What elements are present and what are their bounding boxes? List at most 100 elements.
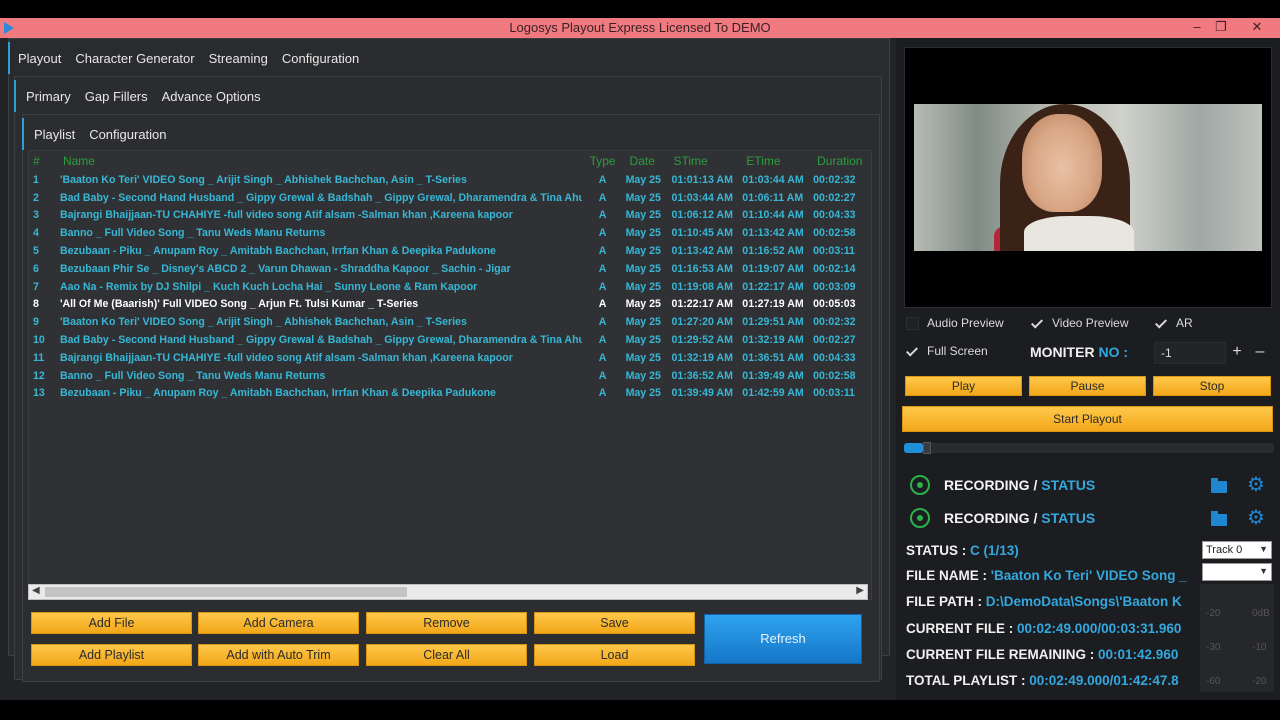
playlist-row[interactable]: 8 'All Of Me (Baarish)' Full VIDEO Song _… xyxy=(29,295,871,314)
row-start-time: 01:29:52 AM xyxy=(671,334,733,347)
tab-character-generator[interactable]: Character Generator xyxy=(75,51,194,66)
col-header-duration[interactable]: Duration xyxy=(811,154,871,168)
checkbox-checked-icon[interactable] xyxy=(906,345,919,358)
tab-primary[interactable]: Primary xyxy=(26,89,71,104)
add-auto-trim-button[interactable]: Add with Auto Trim xyxy=(198,644,359,666)
row-end-time: 01:27:19 AM xyxy=(742,298,804,311)
full-screen-checkbox[interactable]: Full Screen xyxy=(906,344,988,358)
playlist-row[interactable]: 5 Bezubaan - Piku _ Anupam Roy _ Amitabh … xyxy=(29,242,871,260)
video-preview-checkbox[interactable]: Video Preview xyxy=(1031,316,1129,330)
track-select-value: Track 0 xyxy=(1206,544,1243,556)
refresh-button[interactable]: Refresh xyxy=(704,614,862,664)
col-header-num[interactable]: # xyxy=(29,154,59,168)
tab-gap-fillers[interactable]: Gap Fillers xyxy=(85,89,148,104)
progress-handle[interactable] xyxy=(923,442,931,454)
gear-icon[interactable]: ⚙ xyxy=(1246,475,1266,495)
record-indicator-icon[interactable] xyxy=(910,475,930,495)
tab-playout[interactable]: Playout xyxy=(18,51,61,66)
tab-playlist-configuration[interactable]: Configuration xyxy=(89,127,166,142)
scroll-left-icon[interactable]: ◀ xyxy=(32,585,40,596)
total-value: 00:02:49.000/01:42:47.8 xyxy=(1029,673,1179,688)
playlist-row[interactable]: 2 Bad Baby - Second Hand Husband _ Gippy … xyxy=(29,189,871,207)
audio-preview-checkbox[interactable]: Audio Preview xyxy=(906,316,1004,330)
horizontal-scrollbar[interactable]: ◀ ▶ xyxy=(28,584,868,600)
scroll-right-icon[interactable]: ▶ xyxy=(856,585,864,596)
decrement-button[interactable]: – xyxy=(1250,342,1270,364)
playlist-row[interactable]: 6 Bezubaan Phir Se _ Disney's ABCD 2 _ Va… xyxy=(29,260,871,278)
add-playlist-button[interactable]: Add Playlist xyxy=(31,644,192,666)
col-header-etime[interactable]: ETime xyxy=(740,154,811,168)
start-playout-button[interactable]: Start Playout xyxy=(902,406,1273,432)
file-path-value: D:\DemoData\Songs\'Baaton K xyxy=(985,594,1182,609)
maximize-button[interactable]: ❐ xyxy=(1212,19,1230,35)
folder-icon[interactable] xyxy=(1211,478,1227,493)
row-type: A xyxy=(598,191,607,204)
row-date: May 25 xyxy=(625,191,661,204)
col-header-name[interactable]: Name xyxy=(59,154,582,168)
playlist-row[interactable]: 11 Bajrangi Bhaijjaan-TU CHAHIYE -full vi… xyxy=(29,349,871,367)
clear-all-button[interactable]: Clear All xyxy=(366,644,527,666)
playlist-row[interactable]: 9 'Baaton Ko Teri' VIDEO Song _ Arijit Si… xyxy=(29,313,871,331)
row-date: May 25 xyxy=(625,173,661,186)
row-duration: 00:02:14 xyxy=(813,262,856,275)
playlist-row[interactable]: 1 'Baaton Ko Teri' VIDEO Song _ Arijit Si… xyxy=(29,171,871,189)
pause-button[interactable]: Pause xyxy=(1029,376,1146,396)
playlist-row[interactable]: 4 Banno _ Full Video Song _ Tanu Weds Man… xyxy=(29,224,871,242)
status-line: STATUS : C (1/13) xyxy=(906,543,1019,558)
row-number: 10 xyxy=(33,334,45,347)
moniter-number-input[interactable]: -1 xyxy=(1154,342,1226,364)
minimize-button[interactable]: – xyxy=(1188,19,1206,34)
tab-configuration[interactable]: Configuration xyxy=(282,51,359,66)
playlist-row[interactable]: 13 Bezubaan - Piku _ Anupam Roy _ Amitabh… xyxy=(29,385,871,403)
load-button[interactable]: Load xyxy=(534,644,695,666)
main-tabs: Playout Character Generator Streaming Co… xyxy=(8,42,373,74)
track-select[interactable]: Track 0 ▼ xyxy=(1202,541,1272,559)
playlist-grid[interactable]: # Name Type Date STime ETime Duration 1 '… xyxy=(28,150,872,600)
row-start-time: 01:22:17 AM xyxy=(671,298,733,311)
playlist-row[interactable]: 10 Bad Baby - Second Hand Husband _ Gippy… xyxy=(29,331,871,349)
video-figure-scarf xyxy=(1024,216,1134,251)
tab-playlist[interactable]: Playlist xyxy=(34,127,75,142)
stop-button[interactable]: Stop xyxy=(1153,376,1271,396)
file-name-label: FILE NAME : xyxy=(906,568,987,583)
save-button[interactable]: Save xyxy=(534,612,695,634)
playout-progress-bar[interactable] xyxy=(904,442,1274,454)
checkbox-unchecked-icon[interactable] xyxy=(906,316,919,330)
playlist-row[interactable]: 12 Banno _ Full Video Song _ Tanu Weds Ma… xyxy=(29,367,871,385)
record-indicator-icon[interactable] xyxy=(910,508,930,528)
row-end-time: 01:03:44 AM xyxy=(742,173,804,186)
col-header-stime[interactable]: STime xyxy=(669,154,740,168)
tab-streaming[interactable]: Streaming xyxy=(209,51,268,66)
row-number: 12 xyxy=(33,369,45,382)
row-name: 'Baaton Ko Teri' VIDEO Song _ Arijit Sin… xyxy=(59,173,467,186)
chevron-down-icon: ▼ xyxy=(1259,566,1268,576)
row-number: 6 xyxy=(33,262,39,275)
play-button[interactable]: Play xyxy=(905,376,1022,396)
add-camera-button[interactable]: Add Camera xyxy=(198,612,359,634)
col-header-type[interactable]: Type xyxy=(582,154,624,168)
audio-level-meter: -20 0dB -30 -10 -60 -20 xyxy=(1200,584,1274,692)
row-number: 8 xyxy=(33,298,39,311)
col-header-date[interactable]: Date xyxy=(624,154,670,168)
audio-select[interactable]: ▼ xyxy=(1202,563,1272,581)
close-button[interactable]: ✕ xyxy=(1248,19,1266,35)
add-file-button[interactable]: Add File xyxy=(31,612,192,634)
scrollbar-thumb[interactable] xyxy=(45,587,407,597)
meter-label: -20 xyxy=(1206,608,1221,619)
row-duration: 00:02:58 xyxy=(813,369,856,382)
gear-icon[interactable]: ⚙ xyxy=(1246,508,1266,528)
row-type: A xyxy=(598,298,607,311)
row-start-time: 01:19:08 AM xyxy=(671,280,733,293)
remove-button[interactable]: Remove xyxy=(366,612,527,634)
checkbox-checked-icon[interactable] xyxy=(1031,317,1044,330)
playlist-row[interactable]: 3 Bajrangi Bhaijjaan-TU CHAHIYE -full vid… xyxy=(29,207,871,225)
folder-icon[interactable] xyxy=(1211,511,1227,526)
row-number: 5 xyxy=(33,245,39,258)
checkbox-checked-icon[interactable] xyxy=(1155,317,1168,330)
tab-advance-options[interactable]: Advance Options xyxy=(162,89,261,104)
increment-button[interactable]: + xyxy=(1227,342,1247,364)
row-type: A xyxy=(598,280,607,293)
playlist-row[interactable]: 7 Aao Na - Remix by DJ Shilpi _ Kuch Kuch… xyxy=(29,278,871,296)
ar-checkbox[interactable]: AR xyxy=(1155,316,1193,330)
row-date: May 25 xyxy=(625,245,661,258)
